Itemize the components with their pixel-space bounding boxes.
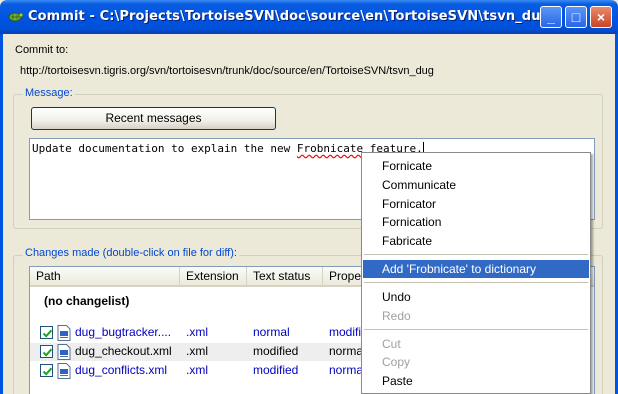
maximize-button[interactable]: □: [565, 6, 587, 28]
table-row[interactable]: dug_checkout.xml .xml modified normal: [30, 343, 370, 361]
recent-messages-button[interactable]: Recent messages: [31, 107, 276, 130]
row-path: dug_conflicts.xml: [75, 363, 168, 377]
menu-separator: [364, 329, 588, 330]
row-extension: .xml: [186, 344, 208, 358]
commit-to-label: Commit to:: [15, 44, 69, 56]
menu-item-cut[interactable]: Cut: [363, 335, 589, 353]
changelist-group-header: (no changelist): [44, 294, 130, 308]
column-header-text-status[interactable]: Text status: [247, 267, 323, 287]
menu-item-redo[interactable]: Redo: [363, 307, 589, 325]
xml-file-icon: [57, 344, 71, 360]
menu-item-suggestion[interactable]: Fornicate: [363, 157, 589, 175]
row-path: dug_checkout.xml: [75, 344, 172, 358]
menu-separator: [364, 282, 588, 283]
tortoise-app-icon: [8, 12, 23, 22]
row-path: dug_bugtracker....: [75, 325, 172, 339]
row-checkbox[interactable]: [40, 326, 53, 339]
menu-item-suggestion[interactable]: Fornicator: [363, 195, 589, 213]
row-text-status: modified: [253, 363, 299, 377]
table-row[interactable]: dug_bugtracker.... .xml normal modifie: [30, 324, 370, 342]
row-checkbox[interactable]: [40, 345, 53, 358]
menu-item-suggestion[interactable]: Fabricate: [363, 232, 589, 250]
close-icon: ×: [596, 9, 606, 25]
row-extension: .xml: [186, 363, 208, 377]
row-text-status: modified: [253, 344, 299, 358]
menu-item-add-to-dictionary[interactable]: Add 'Frobnicate' to dictionary: [363, 260, 589, 278]
minimize-icon: _: [547, 9, 555, 25]
maximize-icon: □: [571, 9, 581, 25]
xml-file-icon: [57, 325, 71, 341]
misspelled-word: Frobnicate: [296, 142, 364, 155]
menu-item-copy[interactable]: Copy: [363, 353, 589, 371]
title-bar[interactable]: Commit - C:\Projects\TortoiseSVN\doc\sou…: [0, 0, 618, 34]
close-button[interactable]: ×: [590, 6, 612, 28]
row-extension: .xml: [186, 325, 208, 339]
checkmark-icon: [42, 348, 53, 357]
menu-separator: [364, 254, 588, 255]
recent-messages-label: Recent messages: [105, 111, 202, 125]
column-header-path[interactable]: Path: [30, 267, 180, 287]
xml-file-icon: [57, 363, 71, 379]
row-checkbox[interactable]: [40, 364, 53, 377]
table-row[interactable]: dug_conflicts.xml .xml modified normal: [30, 362, 370, 380]
menu-item-undo[interactable]: Undo: [363, 288, 589, 306]
window-title: Commit - C:\Projects\TortoiseSVN\doc\sou…: [28, 9, 550, 24]
row-text-status: normal: [253, 325, 290, 339]
menu-item-suggestion[interactable]: Communicate: [363, 176, 589, 194]
checkmark-icon: [42, 329, 53, 338]
menu-item-suggestion[interactable]: Fornication: [363, 213, 589, 231]
changes-group-label: Changes made (double-click on file for d…: [23, 247, 239, 259]
message-group-label: Message:: [23, 87, 75, 99]
minimize-button[interactable]: _: [540, 6, 562, 28]
spellcheck-context-menu: Fornicate Communicate Fornicator Fornica…: [361, 152, 591, 394]
checkmark-icon: [42, 367, 53, 376]
message-text-before: Update documentation to explain the new: [32, 142, 297, 155]
commit-to-url: http://tortoisesvn.tigris.org/svn/tortoi…: [20, 65, 434, 77]
column-header-extension[interactable]: Extension: [180, 267, 247, 287]
menu-item-paste[interactable]: Paste: [363, 372, 589, 390]
